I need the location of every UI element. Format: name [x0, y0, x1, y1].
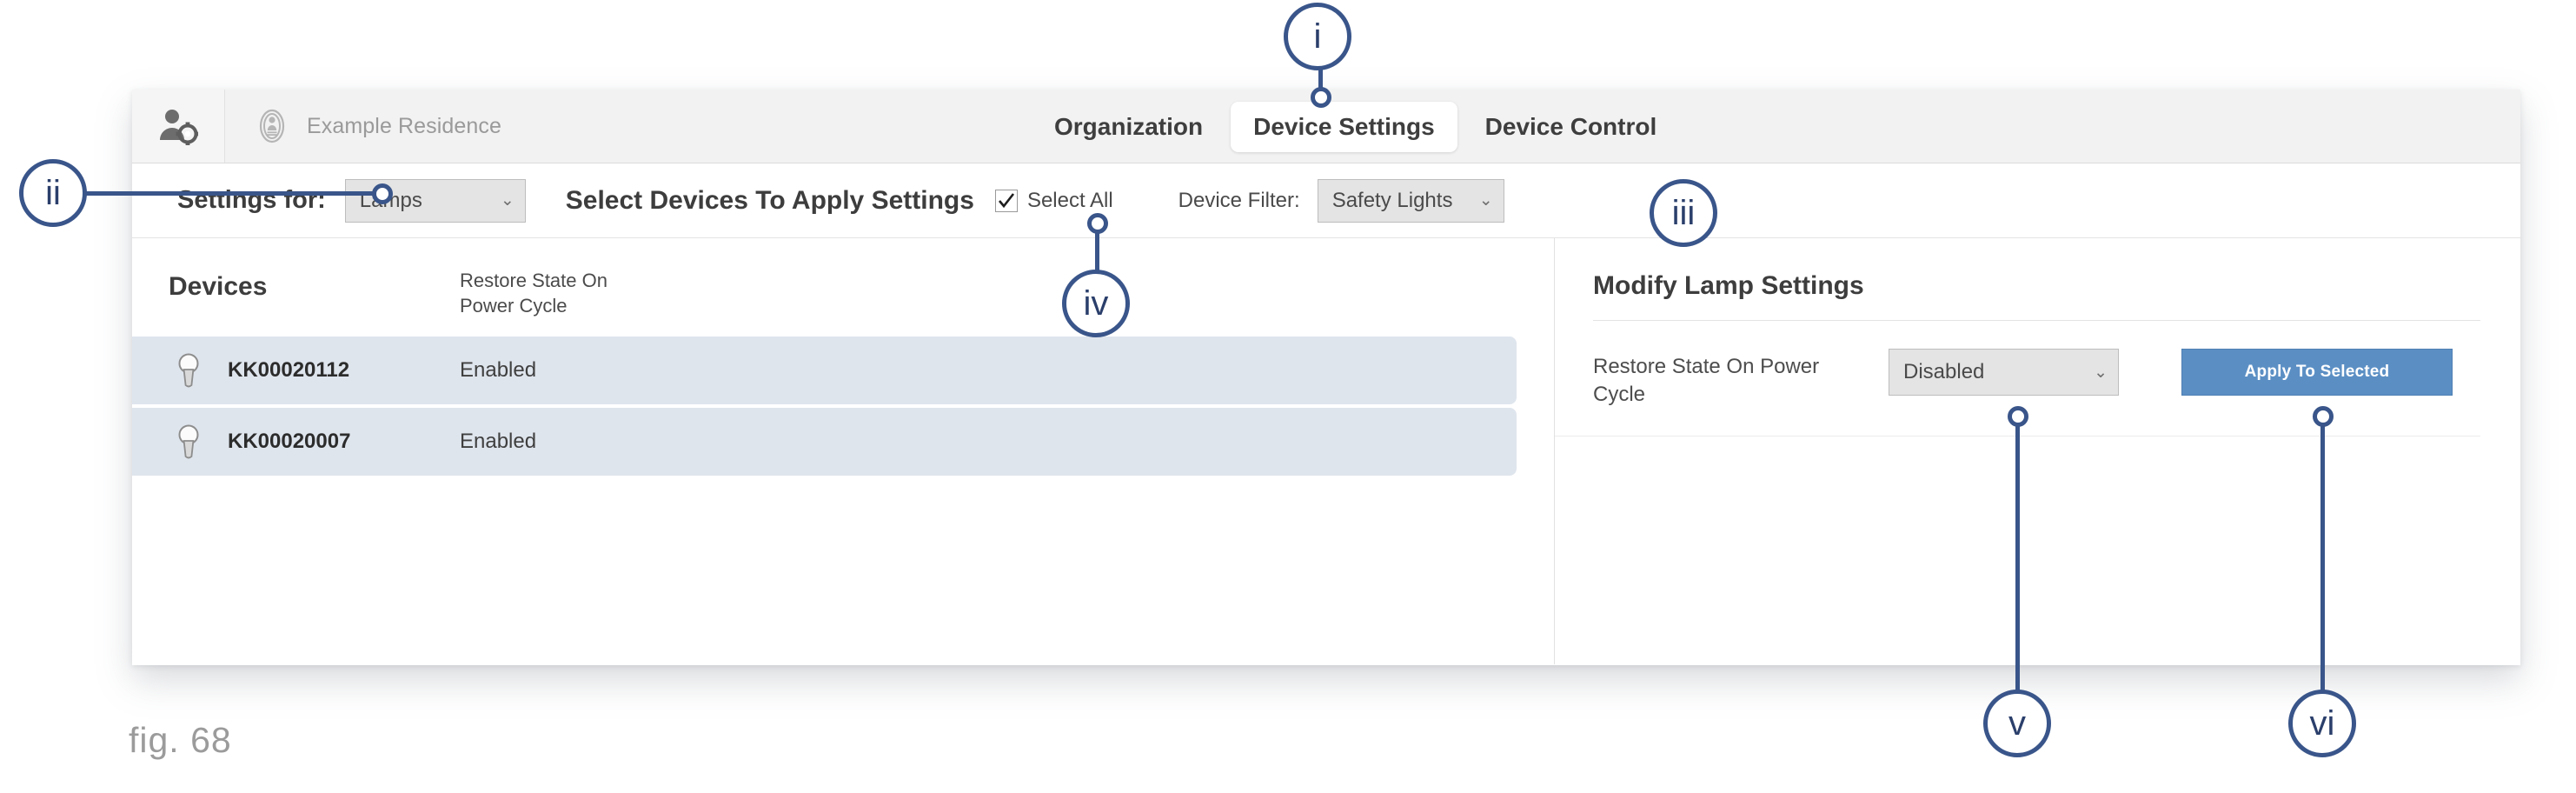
settings-toolbar: Settings for: Lamps ⌄ Select Devices To …	[132, 163, 2520, 238]
organization-name: Example Residence	[307, 113, 502, 138]
device-id: KK00020112	[228, 358, 350, 382]
chevron-down-icon: ⌄	[2094, 363, 2108, 382]
table-row[interactable]: KK00020007 Enabled	[132, 408, 1517, 476]
panel-title: Modify Lamp Settings	[1593, 271, 1864, 300]
callout-anchor-i	[1311, 87, 1331, 108]
callout-iv: iv	[1062, 270, 1130, 337]
restore-state-field-label: Restore State On Power Cycle	[1593, 349, 1889, 410]
chevron-down-icon: ⌄	[1478, 191, 1493, 210]
device-filter-value: Safety Lights	[1331, 188, 1453, 212]
devices-table: Devices Restore State On Power Cycle KK0…	[132, 238, 1555, 664]
callout-ii: ii	[19, 159, 87, 227]
settings-for-select[interactable]: Lamps ⌄	[344, 178, 526, 223]
callout-leader-ii	[59, 191, 388, 196]
table-header-row: Devices Restore State On Power Cycle	[132, 238, 1554, 337]
tab-device-settings[interactable]: Device Settings	[1231, 101, 1457, 152]
chevron-down-icon: ⌄	[500, 191, 515, 210]
callout-leader-v	[2015, 416, 2020, 696]
user-settings-button[interactable]	[132, 90, 225, 163]
tab-device-control[interactable]: Device Control	[1463, 102, 1680, 152]
callout-i: i	[1284, 3, 1351, 70]
device-id: KK00020007	[228, 430, 351, 453]
restore-state-label-line2: Cycle	[1593, 383, 1646, 407]
callout-anchor-iv	[1087, 213, 1108, 234]
select-all-group: Select All	[994, 188, 1113, 213]
table-row[interactable]: KK00020112 Enabled	[132, 337, 1517, 404]
tab-organization[interactable]: Organization	[1032, 102, 1225, 152]
callout-anchor-v	[2008, 406, 2028, 427]
lamp-bulb-icon	[169, 423, 209, 461]
callout-vi: vi	[2288, 690, 2356, 757]
select-devices-headline: Select Devices To Apply Settings	[565, 185, 974, 215]
lamp-bulb-icon	[169, 351, 209, 390]
user-gear-icon	[160, 110, 198, 145]
column-header-restore-line1: Restore State On	[460, 270, 607, 291]
figure-caption: fig. 68	[129, 720, 232, 760]
checkmark-icon	[998, 192, 1014, 208]
device-filter-select[interactable]: Safety Lights ⌄	[1317, 178, 1504, 223]
select-all-label: Select All	[1026, 188, 1113, 212]
restore-state-value: Disabled	[1903, 360, 1985, 383]
device-restore-state: Enabled	[460, 358, 537, 382]
apply-to-selected-button[interactable]: Apply To Selected	[2181, 349, 2453, 396]
column-header-restore-line2: Power Cycle	[460, 295, 568, 317]
nav-tabs: Organization Device Settings Device Cont…	[1032, 90, 1679, 163]
device-restore-state: Enabled	[460, 430, 537, 453]
figure-canvas: Example Residence Organization Device Se…	[0, 0, 2576, 793]
callout-anchor-ii	[372, 183, 393, 204]
callout-v: v	[1983, 690, 2051, 757]
callout-iii: iii	[1650, 179, 1717, 247]
select-all-checkbox[interactable]	[994, 189, 1018, 212]
settings-for-label: Settings for:	[177, 186, 326, 214]
modify-lamp-settings-panel: Modify Lamp Settings Restore State On Po…	[1555, 238, 2520, 664]
restore-state-label-line1: Restore State On Power	[1593, 355, 1820, 378]
device-filter-label: Device Filter:	[1178, 188, 1300, 212]
column-header-restore-state: Restore State On Power Cycle	[460, 268, 607, 319]
content-area: Devices Restore State On Power Cycle KK0…	[132, 238, 2520, 664]
column-header-devices: Devices	[169, 272, 268, 301]
organization-badge-icon	[253, 107, 291, 145]
restore-state-select[interactable]: Disabled ⌄	[1889, 349, 2119, 396]
callout-leader-vi	[2320, 416, 2325, 696]
application-window: Example Residence Organization Device Se…	[132, 90, 2520, 665]
callout-anchor-vi	[2313, 406, 2334, 427]
organization-breadcrumb[interactable]: Example Residence	[225, 90, 501, 163]
